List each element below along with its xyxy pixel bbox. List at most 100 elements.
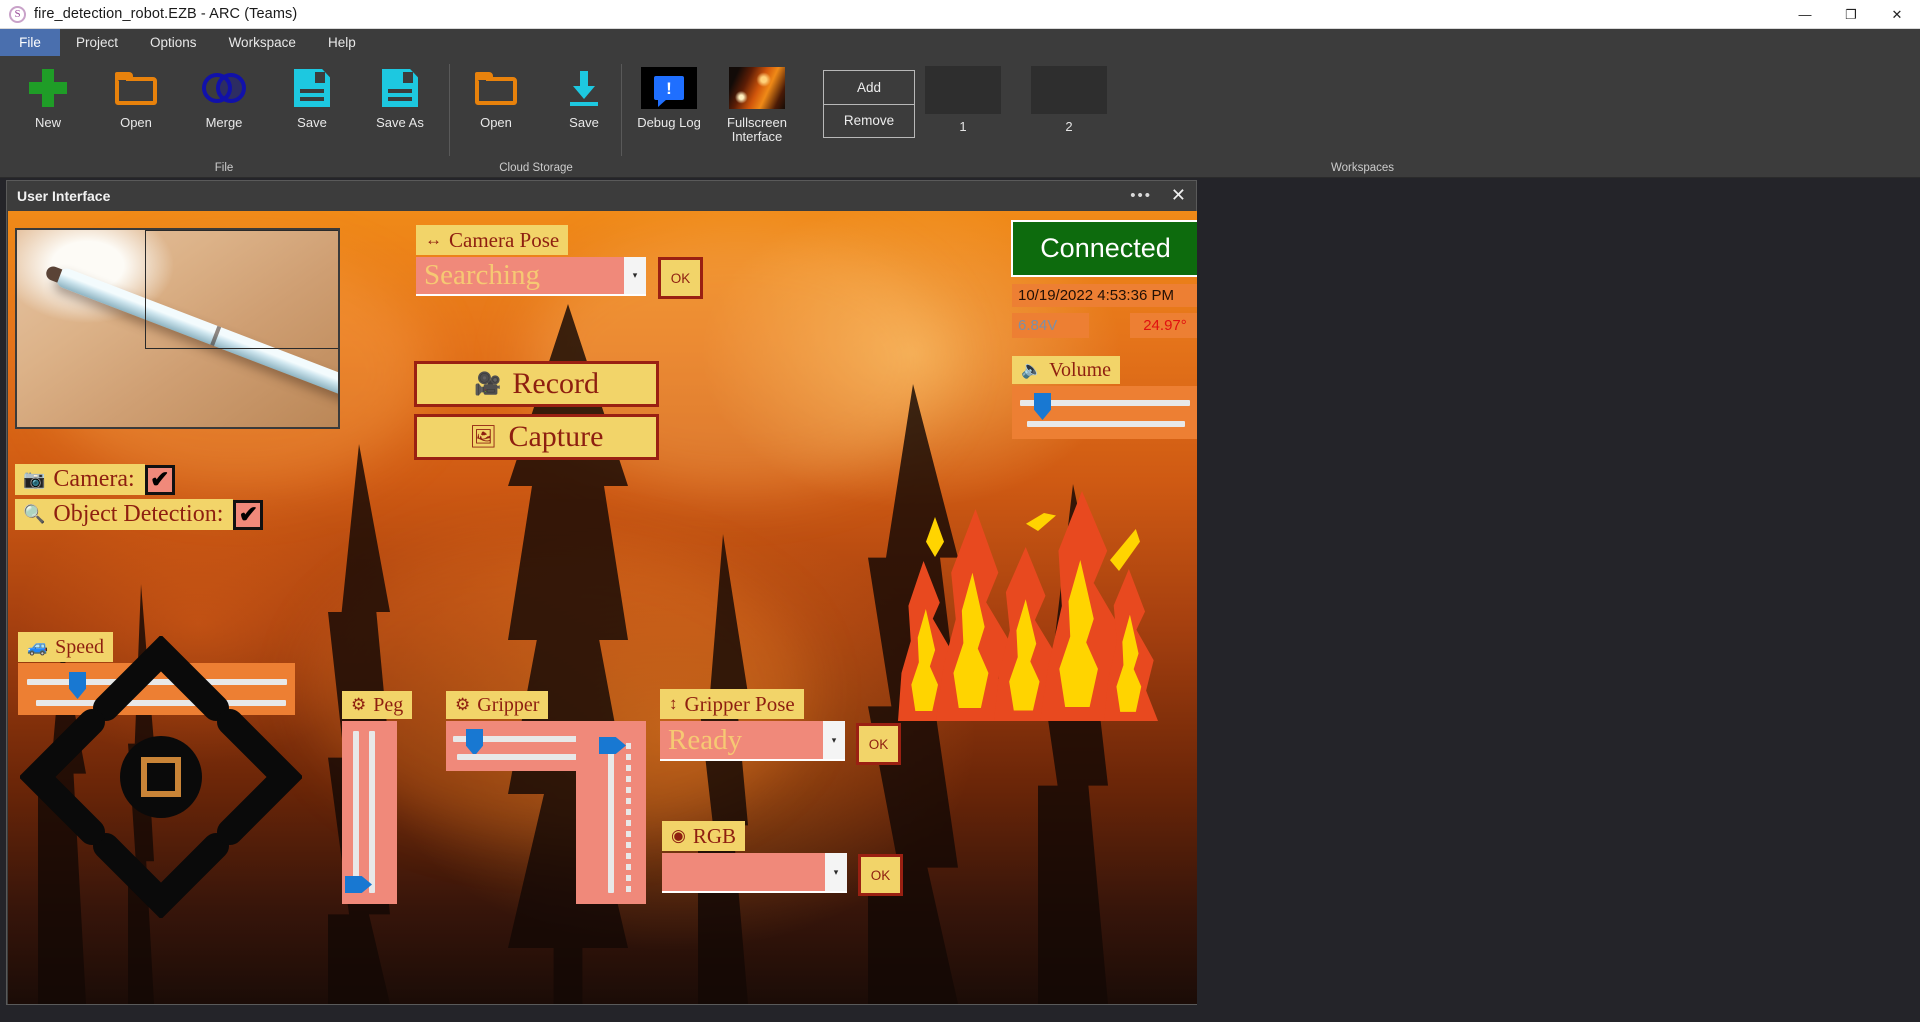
rgb-ok-button[interactable]: OK [858,854,903,896]
merge-button[interactable]: Merge [180,62,268,148]
close-icon[interactable]: ✕ [1171,185,1186,205]
app-logo-icon: S [9,5,26,23]
gear-icon: ⚙ [455,695,471,714]
record-button-label: Record [512,367,600,400]
down-chevron-icon [93,833,229,918]
directional-pad[interactable] [20,636,302,918]
workspace-thumb-1-label: 1 [959,119,967,134]
workspace-thumb-2[interactable]: 2 [1031,66,1107,134]
flame-graphic [898,491,1158,721]
status-timestamp: 10/19/2022 4:53:36 PM [1012,284,1197,307]
up-down-arrow-icon: ↕ [669,694,678,713]
volume-label: 🔈 Volume [1012,356,1121,384]
user-interface-window-title: User Interface [17,188,111,204]
camera-preview[interactable] [15,228,340,429]
workspace-thumb-1[interactable]: 1 [925,66,1001,134]
window-title-bar: S fire_detection_robot.EZB - ARC (Teams)… [0,0,1920,29]
menu-item-project[interactable]: Project [60,29,134,56]
left-chevron-icon [20,709,105,845]
object-detection-checkbox-row[interactable]: 🔍 Object Detection: ✔ [15,499,264,530]
fullscreen-interface-button[interactable]: Fullscreen Interface [713,62,801,148]
rgb-label: ◉ RGB [662,821,746,851]
capture-button-label: Capture [508,420,604,453]
ribbon-group-label-cloud-storage: Cloud Storage [499,162,573,174]
camera-checkbox[interactable]: ✔ [144,464,175,495]
gripper-pose-label-text: Gripper Pose [684,691,795,716]
cloud-save-button-label: Save [569,115,599,130]
gripper-slider-thumb[interactable] [466,729,483,756]
peg-slider-track[interactable] [353,731,359,893]
object-detection-checkbox[interactable]: ✔ [233,499,264,530]
ribbon-group-label-file: File [214,162,234,174]
save-button[interactable]: Save [268,62,356,148]
volume-slider-secondary-track[interactable] [1027,421,1185,427]
user-interface-window-header: User Interface ••• ✕ [7,181,1196,211]
status-voltage: 6.84V [1012,313,1089,338]
ribbon-group-label-workspaces: Workspaces [1330,162,1395,174]
volume-slider-panel[interactable] [1012,386,1197,439]
workspace-remove-button[interactable]: Remove [824,103,914,138]
workspace-thumb-1-image [925,66,1001,114]
close-window-button[interactable]: ✕ [1874,0,1920,29]
peg-slider-panel[interactable] [342,721,397,904]
gripper-vertical-slider-panel[interactable] [576,721,646,904]
connection-status-badge[interactable]: Connected [1011,220,1197,277]
object-detection-bounding-box [145,230,338,349]
camera-pose-dropdown[interactable]: Searching ▾ [416,257,646,296]
debug-log-button[interactable]: ! Debug Log [625,62,713,148]
camera-pose-label: ↔ Camera Pose [416,225,569,255]
more-options-icon[interactable]: ••• [1130,187,1152,204]
gripper-vertical-track[interactable] [608,743,614,893]
gripper-pose-dropdown[interactable]: Ready ▾ [660,721,845,761]
capture-button[interactable]: 🖼 Capture [414,414,659,460]
cloud-open-button[interactable]: Open [452,62,540,148]
stop-button-circle [120,736,202,818]
menu-item-options[interactable]: Options [134,29,213,56]
rgb-dropdown[interactable]: ▾ [662,853,847,893]
menu-item-workspace[interactable]: Workspace [213,29,312,56]
chevron-down-icon[interactable]: ▾ [823,721,845,759]
gripper-pose-ok-button[interactable]: OK [856,723,901,765]
camera-pose-label-text: Camera Pose [449,227,560,252]
gripper-vertical-thumb[interactable] [599,737,626,754]
menu-item-help[interactable]: Help [312,29,372,56]
camera-pose-ok-button[interactable]: OK [658,257,703,299]
gripper-pose-ok-label: OK [868,736,889,752]
save-as-button[interactable]: Save As [356,62,444,148]
maximize-button[interactable]: ❐ [1828,0,1874,29]
status-temperature: 24.97° [1130,313,1197,338]
chevron-down-icon[interactable]: ▾ [825,853,847,891]
minimize-button[interactable]: — [1782,0,1828,29]
gear-icon: ⚙ [351,695,367,714]
peg-slider-secondary-track[interactable] [369,731,375,893]
object-detection-checkbox-label: 🔍 Object Detection: [15,499,234,530]
camera-pose-ok-label: OK [670,270,691,286]
gripper-pose-value: Ready [668,723,743,756]
ribbon-group-file: New Open Merge Save Save As File [0,56,448,178]
ribbon-group-tools: ! Debug Log Fullscreen Interface [625,56,805,178]
save-button-label: Save [297,115,327,130]
cloud-save-button[interactable]: Save [540,62,628,148]
new-button-label: New [34,115,61,130]
directional-pad-graphic[interactable] [20,636,302,918]
camera-checkbox-row[interactable]: 📷 Camera: ✔ [15,464,175,495]
camera-pose-value: Searching [424,259,540,291]
window-title: fire_detection_robot.EZB - ARC (Teams) [34,6,298,22]
new-button[interactable]: New [4,62,92,148]
speaker-icon: 🔈 [1021,360,1043,379]
ribbon-divider [449,64,450,156]
video-camera-icon: 🎥 [473,371,502,396]
peg-slider-thumb[interactable] [345,876,372,893]
ribbon-group-workspaces: Add Remove 1 2 Workspaces [810,56,1915,178]
merge-button-label: Merge [205,115,243,130]
open-button[interactable]: Open [92,62,180,148]
workspace-add-button[interactable]: Add [824,71,914,104]
magnifier-icon: 🔍 [23,504,46,524]
record-button[interactable]: 🎥 Record [414,361,659,407]
debug-log-button-label: Debug Log [637,115,701,130]
chevron-down-icon[interactable]: ▾ [624,257,646,294]
peg-label: ⚙ Peg [342,691,413,719]
volume-slider-thumb[interactable] [1034,393,1051,420]
menu-item-file[interactable]: File [0,29,60,56]
volume-label-text: Volume [1049,358,1112,381]
